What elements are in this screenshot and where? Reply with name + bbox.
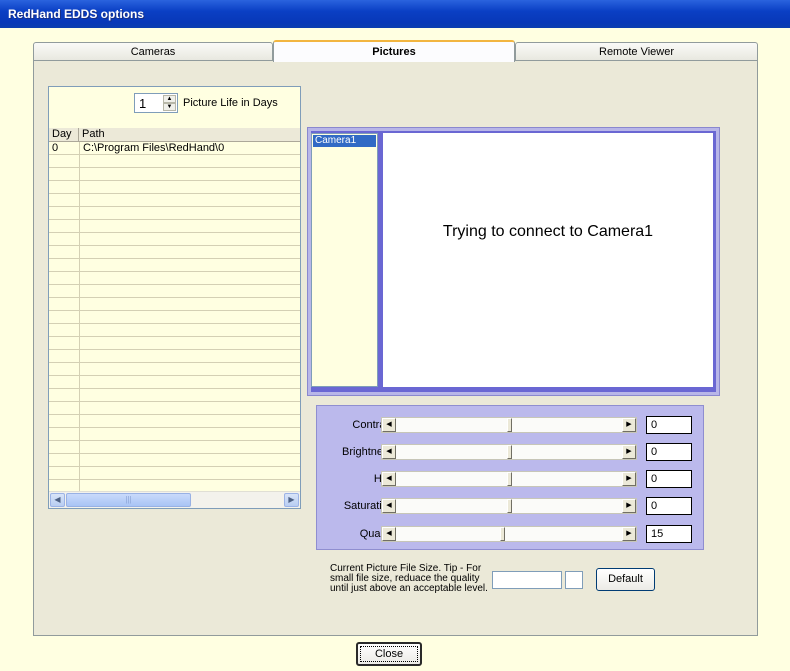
scroll-thumb[interactable]: ||| [66,493,191,507]
scroll-left-icon[interactable]: ◀ [50,493,65,507]
hue-slider[interactable]: ◀ ▶ [381,471,637,487]
grid-column-day[interactable]: Day [49,128,79,141]
tab-cameras[interactable]: Cameras [33,42,273,60]
grid-horizontal-scrollbar[interactable]: ◀ ||| ▶ [49,491,300,508]
hue-value[interactable]: 0 [646,470,692,488]
camera-preview: Trying to connect to Camera1 [383,133,713,387]
grid-header: Day Path [49,128,300,142]
slider-left-icon[interactable]: ◀ [382,445,396,459]
grid-cell-day: 0 [52,142,59,154]
contrast-slider[interactable]: ◀ ▶ [381,417,637,433]
saturation-row: Saturation ◀ ▶ 0 [317,496,703,516]
grid-cell-path: C:\Program Files\RedHand\0 [83,142,225,154]
slider-left-icon[interactable]: ◀ [382,418,396,432]
preview-status-text: Trying to connect to Camera1 [442,223,654,240]
slider-left-icon[interactable]: ◀ [382,499,396,513]
quality-value[interactable]: 15 [646,525,692,543]
file-size-field[interactable] [492,571,562,589]
slider-right-icon[interactable]: ▶ [622,527,636,541]
tab-pictures[interactable]: Pictures [273,40,515,62]
scroll-right-icon[interactable]: ▶ [284,493,299,507]
grid-body: 0 C:\Program Files\RedHand\0 [49,142,300,491]
table-row[interactable]: 0 C:\Program Files\RedHand\0 [49,142,300,155]
file-size-tip: Current Picture File Size. Tip - For sma… [330,563,488,594]
close-button[interactable]: Close [356,642,422,666]
brightness-slider-thumb[interactable] [506,445,512,459]
brightness-slider[interactable]: ◀ ▶ [381,444,637,460]
quality-slider[interactable]: ◀ ▶ [381,526,637,542]
slider-right-icon[interactable]: ▶ [622,472,636,486]
window-title: RedHand EDDS options [8,7,145,21]
saturation-slider-thumb[interactable] [506,499,512,513]
camera-list[interactable]: Camera1 [311,133,378,387]
image-adjustments-panel: Contrast ◀ ▶ 0 Brightness ◀ ▶ 0 Hue ◀ ▶ … [316,405,704,550]
spin-down-icon[interactable]: ▼ [163,103,176,111]
slider-right-icon[interactable]: ▶ [622,499,636,513]
saturation-slider[interactable]: ◀ ▶ [381,498,637,514]
picture-life-stepper[interactable]: 1 ▲ ▼ [134,93,178,113]
quality-row: Quality ◀ ▶ 15 [317,524,703,544]
contrast-row: Contrast ◀ ▶ 0 [317,415,703,435]
slider-left-icon[interactable]: ◀ [382,527,396,541]
picture-life-label: Picture Life in Days [183,97,278,109]
spin-up-icon[interactable]: ▲ [163,95,176,103]
saturation-value[interactable]: 0 [646,497,692,515]
default-button[interactable]: Default [596,568,655,591]
camera-list-item-camera1[interactable]: Camera1 [313,135,376,147]
grid-column-path[interactable]: Path [79,128,300,141]
picture-life-value[interactable]: 1 [139,96,146,111]
contrast-value[interactable]: 0 [646,416,692,434]
slider-right-icon[interactable]: ▶ [622,445,636,459]
brightness-row: Brightness ◀ ▶ 0 [317,442,703,462]
quality-slider-thumb[interactable] [499,527,505,541]
title-bar: RedHand EDDS options [0,0,790,28]
grid-column-divider [79,142,80,491]
hue-row: Hue ◀ ▶ 0 [317,469,703,489]
brightness-value[interactable]: 0 [646,443,692,461]
contrast-slider-thumb[interactable] [506,418,512,432]
picture-path-grid[interactable]: Day Path 0 C:\Program Files\RedHand\0 ◀ … [48,128,301,509]
slider-right-icon[interactable]: ▶ [622,418,636,432]
slider-left-icon[interactable]: ◀ [382,472,396,486]
hue-slider-thumb[interactable] [506,472,512,486]
file-size-unit-field[interactable] [565,571,583,589]
tab-remote-viewer[interactable]: Remote Viewer [515,42,758,60]
